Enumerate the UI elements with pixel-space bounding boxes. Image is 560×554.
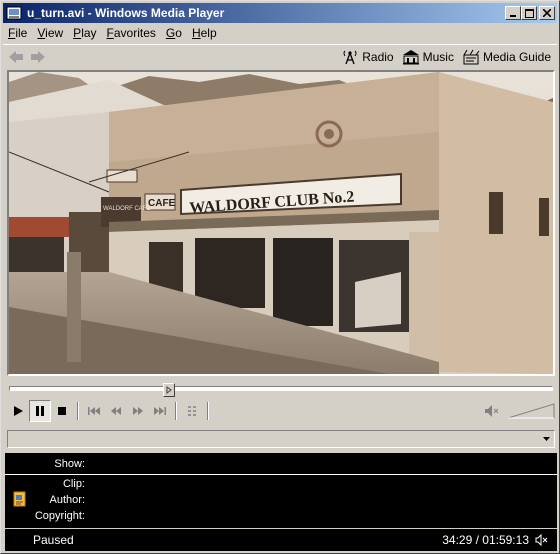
clip-file-icon	[13, 491, 26, 507]
video-display[interactable]: WALDORF CLUB No.2 CAFE WALDORF CAFE	[7, 70, 555, 376]
skip-forward-button[interactable]	[149, 400, 171, 422]
play-icon	[14, 406, 23, 416]
music-store-icon	[402, 49, 419, 64]
navigation-bar: Radio Music Media Guide	[3, 44, 557, 68]
menu-play[interactable]: Play	[68, 24, 101, 42]
menu-favorites[interactable]: Favorites	[102, 24, 161, 42]
music-link[interactable]: Music	[400, 49, 456, 65]
author-label: Author:	[49, 494, 85, 506]
music-label: Music	[422, 49, 454, 64]
clip-info-panel: Show: Clip: Author: Copyright:	[5, 453, 557, 528]
stop-button[interactable]	[51, 400, 73, 422]
small-cafe-sign: WALDORF CAFE	[103, 206, 150, 212]
media-guide-label: Media Guide	[482, 49, 551, 64]
window-title: u_turn.avi - Windows Media Player	[27, 6, 225, 20]
fast-forward-button[interactable]	[127, 400, 149, 422]
forward-button[interactable]	[29, 48, 47, 66]
minimize-icon	[510, 15, 516, 17]
skip-forward-icon	[154, 407, 166, 415]
media-guide-icon	[463, 49, 480, 64]
playback-time: 34:29 / 01:59:13	[442, 533, 529, 547]
volume-slider[interactable]	[507, 403, 555, 419]
playlist-button[interactable]	[181, 400, 203, 422]
pause-icon	[36, 406, 44, 416]
maximize-button[interactable]	[521, 6, 537, 20]
speaker-muted-icon	[535, 534, 548, 546]
close-icon	[543, 9, 551, 17]
menu-view[interactable]: View	[32, 24, 68, 42]
back-button[interactable]	[7, 48, 25, 66]
playlist-icon	[188, 406, 196, 416]
close-button[interactable]	[539, 6, 555, 20]
copyright-label: Copyright:	[34, 510, 85, 522]
stop-icon	[58, 407, 66, 415]
separator	[175, 402, 177, 420]
radio-label: Radio	[362, 49, 394, 64]
forward-arrow-icon	[31, 50, 45, 63]
separator	[77, 402, 79, 420]
separator	[207, 402, 209, 420]
cafe-sign-text: CAFE	[148, 198, 176, 209]
playback-status: Paused	[33, 533, 74, 547]
menu-file[interactable]: File	[3, 24, 32, 42]
skip-back-icon	[88, 407, 100, 415]
radio-link[interactable]: Radio	[339, 49, 395, 65]
menu-help[interactable]: Help	[187, 24, 222, 42]
menu-go[interactable]: Go	[161, 24, 187, 42]
seek-track[interactable]	[9, 386, 553, 391]
media-player-icon	[6, 6, 22, 20]
seek-bar[interactable]	[9, 383, 553, 397]
title-bar[interactable]: u_turn.avi - Windows Media Player	[3, 3, 557, 23]
skip-back-button[interactable]	[83, 400, 105, 422]
mute-button[interactable]	[481, 400, 503, 422]
back-arrow-icon	[9, 50, 23, 63]
radio-tower-icon	[343, 50, 357, 64]
status-bar: Paused 34:29 / 01:59:13	[5, 529, 557, 551]
clip-label: Clip:	[62, 478, 85, 490]
media-guide-link[interactable]: Media Guide	[460, 49, 553, 65]
play-button[interactable]	[7, 400, 29, 422]
menu-bar: File View Play Favorites Go Help	[3, 24, 557, 42]
speaker-icon	[485, 405, 499, 417]
show-label: Show:	[54, 458, 85, 470]
dropdown-arrow-button[interactable]	[540, 433, 552, 445]
rewind-icon	[111, 407, 121, 415]
info-divider	[5, 474, 557, 475]
volume-control	[481, 400, 555, 422]
playlist-dropdown[interactable]	[7, 430, 555, 448]
video-frame-image: WALDORF CLUB No.2 CAFE WALDORF CAFE	[9, 72, 553, 374]
pause-button[interactable]	[29, 400, 51, 422]
maximize-icon	[524, 8, 534, 18]
chevron-down-icon	[542, 437, 550, 441]
status-speaker-button[interactable]	[535, 534, 549, 546]
seek-thumb[interactable]	[163, 383, 175, 397]
rewind-button[interactable]	[105, 400, 127, 422]
media-player-window: u_turn.avi - Windows Media Player File V…	[0, 0, 560, 554]
fast-forward-icon	[133, 407, 143, 415]
transport-controls	[7, 399, 555, 423]
seek-thumb-grip-icon	[166, 386, 172, 394]
minimize-button[interactable]	[505, 6, 521, 20]
